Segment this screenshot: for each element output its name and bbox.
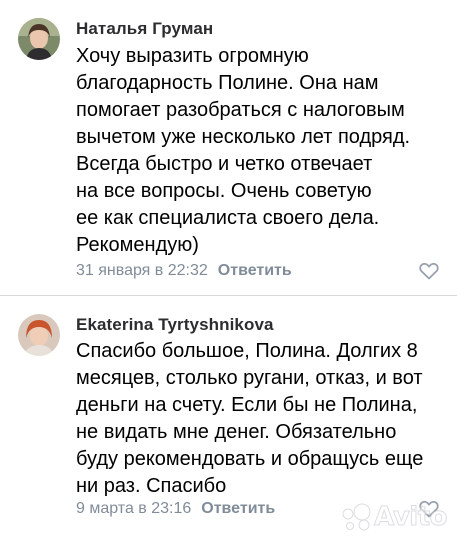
watermark-text: Avito xyxy=(374,502,448,533)
reply-button[interactable]: Ответить xyxy=(218,262,292,279)
comment-timestamp: 9 марта в 23:16 xyxy=(76,500,192,517)
divider xyxy=(0,295,457,296)
comments-page: Наталья Груман Хочу выразить огромную бл… xyxy=(0,0,457,540)
comment-meta: 9 марта в 23:16 Ответить xyxy=(76,500,275,518)
comment-timestamp: 31 января в 22:32 xyxy=(76,262,208,279)
comment-text: Хочу выразить огромную благодарность Пол… xyxy=(76,45,411,256)
comment-meta: 31 января в 22:32 Ответить xyxy=(76,262,292,280)
comment-item: Наталья Груман Хочу выразить огромную бл… xyxy=(0,0,457,292)
avito-watermark: Avito xyxy=(340,502,448,533)
reply-button[interactable]: Ответить xyxy=(201,500,275,517)
comment-author[interactable]: Наталья Груман xyxy=(76,19,213,39)
comment-author[interactable]: Ekaterina Tyrtyshnikova xyxy=(76,315,274,335)
avito-logo-icon xyxy=(342,503,371,531)
avatar[interactable] xyxy=(18,314,60,356)
comment-text: Спасибо большое, Полина. Долгих 8 месяце… xyxy=(76,340,424,497)
heart-outline-icon[interactable] xyxy=(419,262,439,280)
avatar[interactable] xyxy=(18,18,60,60)
